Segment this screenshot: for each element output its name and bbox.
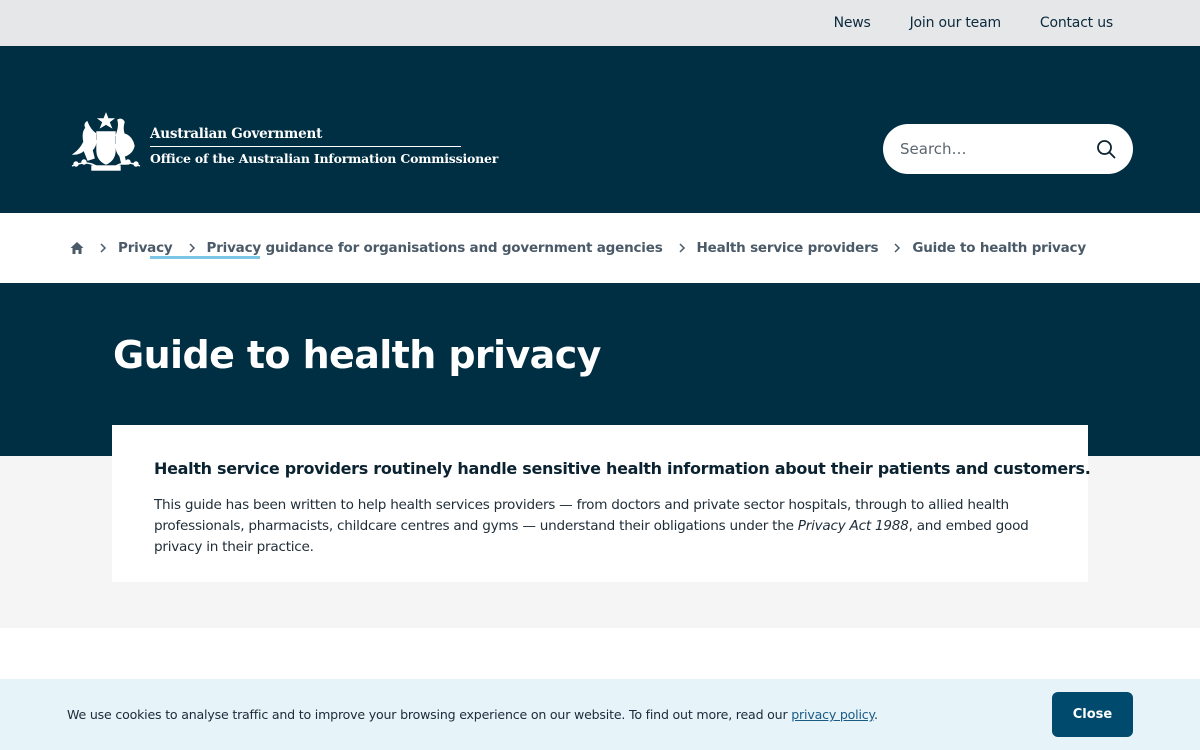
chevron-down-icon	[231, 225, 240, 231]
cookie-message-text: We use cookies to analyse traffic and to…	[67, 707, 792, 722]
close-button[interactable]: Close	[1052, 692, 1133, 737]
main-navigation: Home Privacy Freedom of information Cons…	[67, 196, 1152, 259]
nav-item-label: About the OAIC	[1002, 219, 1115, 236]
nav-item-label: Digital ID	[724, 219, 794, 236]
cookie-message: We use cookies to analyse traffic and to…	[67, 707, 878, 722]
nav-item-about-the-oaic[interactable]: About the OAIC	[982, 196, 1151, 259]
nav-item-home[interactable]: Home	[67, 196, 150, 259]
logo-text: Australian Government Office of the Aust…	[150, 126, 498, 166]
site-header: Australian Government Office of the Aust…	[0, 46, 1200, 259]
intro-band: Health service providers routinely handl…	[0, 425, 1200, 628]
nav-item-freedom-of-information[interactable]: Freedom of information	[260, 196, 490, 259]
news-link[interactable]: News	[834, 15, 871, 31]
privacy-policy-link[interactable]: privacy policy	[791, 707, 874, 722]
cookie-banner: We use cookies to analyse traffic and to…	[0, 679, 1200, 750]
nav-item-label: Freedom of information	[280, 219, 454, 236]
chevron-down-icon	[1122, 225, 1131, 231]
utility-bar: News Join our team Contact us	[0, 0, 1200, 46]
nav-item-engage-with-us[interactable]: Engage with us	[813, 196, 982, 259]
nav-item-consumer-data-right[interactable]: Consumer Data Right	[491, 196, 705, 259]
nav-item-label: Engage with us	[832, 219, 946, 236]
site-logo[interactable]: Australian Government Office of the Aust…	[66, 112, 498, 172]
chevron-down-icon	[675, 225, 684, 231]
chevron-down-icon	[953, 225, 962, 231]
logo-line-government: Australian Government	[150, 126, 461, 147]
intro-card: Health service providers routinely handl…	[112, 425, 1091, 582]
search-icon[interactable]	[1095, 138, 1117, 160]
cookie-message-end: .	[873, 707, 878, 722]
search-box	[883, 124, 1133, 174]
intro-lead: Health service providers routinely handl…	[154, 459, 1091, 478]
search-input[interactable]	[900, 140, 1095, 158]
page-title: Guide to health privacy	[113, 333, 601, 377]
join-our-team-link[interactable]: Join our team	[910, 15, 1001, 31]
nav-item-label: Privacy	[169, 219, 224, 236]
nav-item-label: Consumer Data Right	[510, 219, 668, 236]
nav-item-digital-id[interactable]: Digital ID	[705, 196, 813, 259]
nav-item-label: Home	[87, 219, 130, 236]
chevron-down-icon	[461, 225, 470, 231]
nav-item-privacy[interactable]: Privacy	[149, 196, 261, 259]
privacy-act-title: Privacy Act 1988	[797, 518, 909, 534]
contact-us-link[interactable]: Contact us	[1040, 15, 1113, 31]
logo-line-office: Office of the Australian Information Com…	[150, 151, 499, 166]
coat-of-arms-icon	[71, 112, 141, 171]
intro-body: This guide has been written to help heal…	[154, 495, 1046, 558]
